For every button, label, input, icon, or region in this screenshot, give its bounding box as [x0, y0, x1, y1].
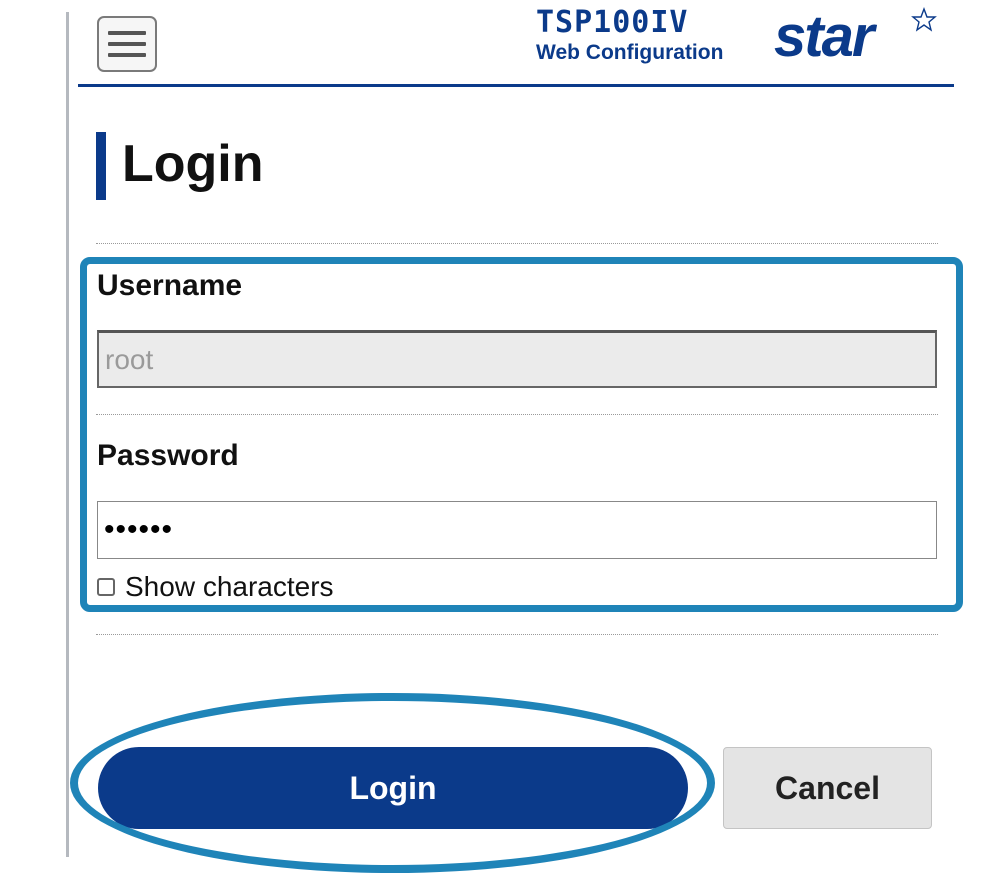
page-title: Login — [122, 135, 264, 193]
divider — [96, 414, 938, 415]
show-characters-label: Show characters — [125, 571, 334, 602]
title-accent-bar — [96, 132, 106, 200]
hamburger-menu-icon — [108, 31, 146, 35]
logo-star-icon — [911, 7, 937, 32]
logo-wordmark: star — [774, 6, 878, 66]
product-model: TSP100IV — [536, 5, 689, 40]
header-divider — [78, 84, 954, 87]
cancel-button-label: Cancel — [775, 769, 880, 806]
star-logo: star — [774, 6, 937, 66]
username-input[interactable] — [97, 330, 937, 388]
product-subtitle: Web Configuration — [536, 41, 724, 64]
hamburger-menu-button[interactable] — [97, 16, 157, 72]
sidebar-divider — [66, 12, 69, 857]
password-input[interactable] — [97, 501, 937, 559]
login-page: TSP100IV Web Configuration star Login Us… — [0, 0, 1000, 884]
password-label: Password — [97, 439, 239, 472]
divider — [96, 243, 938, 244]
divider — [96, 634, 938, 635]
cancel-button[interactable]: Cancel — [723, 747, 932, 829]
login-highlight — [70, 693, 715, 873]
username-label: Username — [97, 269, 243, 302]
product-name: TSP100IV Web Configuration — [536, 8, 776, 65]
show-characters-toggle[interactable]: Show characters — [97, 570, 334, 604]
show-characters-checkbox[interactable] — [97, 578, 115, 596]
